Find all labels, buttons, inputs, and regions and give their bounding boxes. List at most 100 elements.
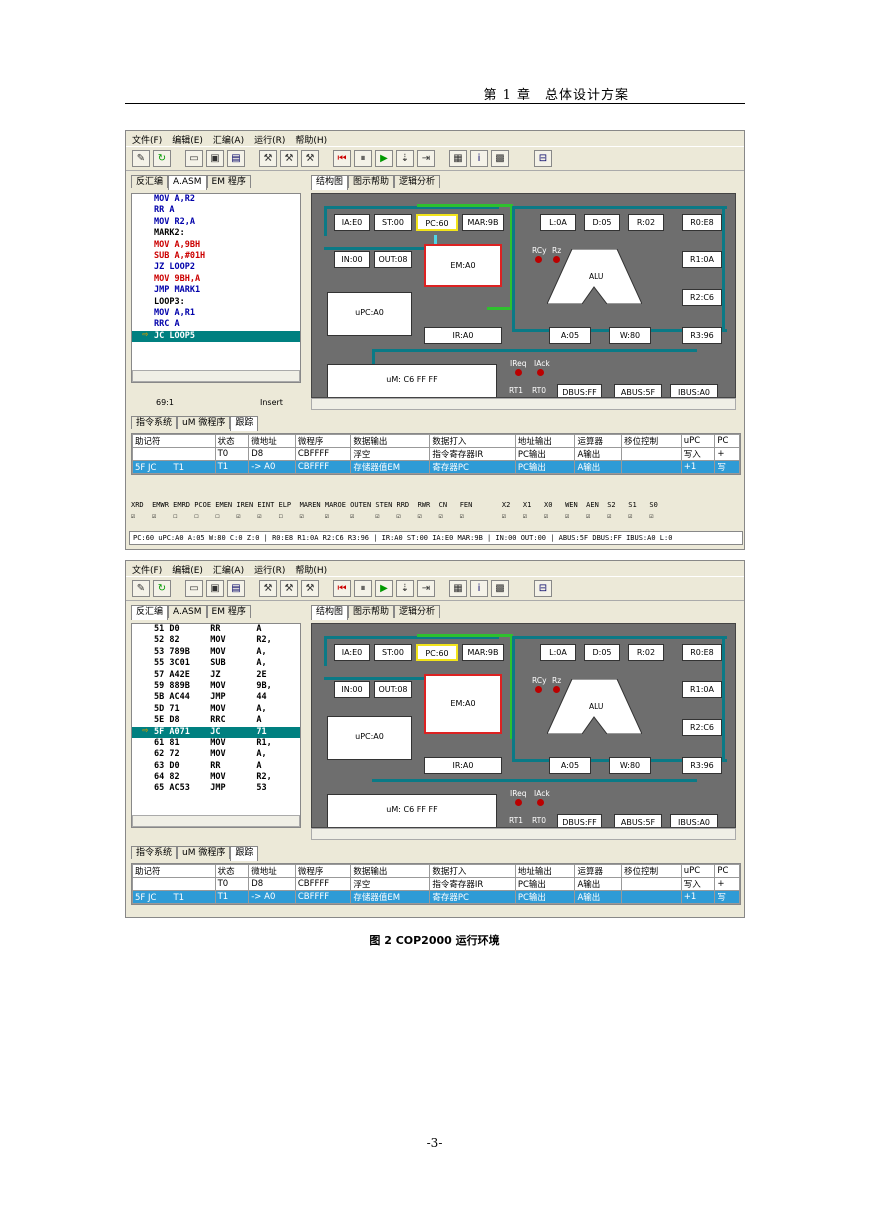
menu-help[interactable]: 帮助(H) bbox=[295, 563, 327, 576]
window-icon[interactable]: ⊟ bbox=[534, 150, 552, 167]
cell: 浮空 bbox=[350, 877, 431, 891]
trace-grid[interactable]: 助记符 状态 微地址 微程序 数据输出 数据打入 地址输出 运算器 移位控制 uPC PC T0 D8… bbox=[131, 863, 741, 905]
rcy-label: RCy bbox=[532, 676, 547, 685]
menu-assemble[interactable]: 汇编(A) bbox=[213, 563, 244, 576]
tab-diagram[interactable]: 结构图 bbox=[311, 175, 349, 190]
tab-asm[interactable]: A.ASM bbox=[168, 605, 207, 618]
pause-icon[interactable]: ⏸ bbox=[354, 150, 372, 167]
table-row-selected[interactable]: 5F JC T1 T1 -> A0 CBFFFF 存储器值EM 寄存器PC PC输出 A输出 +… bbox=[132, 890, 740, 904]
diagram-hscroll[interactable] bbox=[311, 828, 736, 840]
table-row[interactable]: T0 D8 CBFFFF 浮空 指令寄存器IR PC输出 A输出 写入 + bbox=[132, 447, 740, 461]
tool-icon-3[interactable]: ⚒ bbox=[301, 580, 319, 597]
monitor-icon[interactable]: ▦ bbox=[449, 580, 467, 597]
col-header: PC bbox=[714, 434, 740, 448]
table-row-selected[interactable]: 5F JC T1 T1 -> A0 CBFFFF 存储器值EM 寄存器PC PC输出 A输出 +… bbox=[132, 460, 740, 474]
step-icon[interactable]: ⇣ bbox=[396, 580, 414, 597]
rcy-label: RCy bbox=[532, 246, 547, 255]
tab-trace[interactable]: 跟踪 bbox=[230, 846, 259, 861]
menu-file[interactable]: 文件(F) bbox=[132, 133, 162, 146]
refresh-icon[interactable]: ↻ bbox=[153, 580, 171, 597]
iack-led bbox=[537, 369, 544, 376]
save-icon[interactable]: ▤ bbox=[227, 580, 245, 597]
refresh-icon[interactable]: ↻ bbox=[153, 150, 171, 167]
open-icon[interactable]: ▭ bbox=[185, 580, 203, 597]
run-icon[interactable]: ▶ bbox=[375, 150, 393, 167]
reg-l: L:0A bbox=[540, 644, 576, 661]
reg-abus: ABUS:5F bbox=[614, 814, 662, 827]
reg-mar: MAR:9B bbox=[462, 214, 504, 231]
copy-icon[interactable]: ▣ bbox=[206, 150, 224, 167]
menu-run[interactable]: 运行(R) bbox=[254, 133, 285, 146]
window-icon[interactable]: ⊟ bbox=[534, 580, 552, 597]
cell: CBFFFF bbox=[294, 447, 352, 461]
menu-file[interactable]: 文件(F) bbox=[132, 563, 162, 576]
tab-em[interactable]: EM 程序 bbox=[206, 605, 251, 618]
tab-instr[interactable]: 指令系统 bbox=[131, 846, 178, 859]
code-line: 5B AC44 JMP 44 bbox=[154, 692, 267, 703]
info-icon[interactable]: ⅰ bbox=[470, 150, 488, 167]
reg-w: W:80 bbox=[609, 327, 651, 344]
tool-icon-3[interactable]: ⚒ bbox=[301, 150, 319, 167]
menu-edit[interactable]: 编辑(E) bbox=[172, 563, 203, 576]
tab-asm[interactable]: A.ASM bbox=[168, 175, 207, 190]
menu-assemble[interactable]: 汇编(A) bbox=[213, 133, 244, 146]
signal-checkboxes[interactable]: ☑ ☑ ☐ ☐ ☐ ☑ ☑ ☐ ☑ ☑ ☑ ☑ ☑ ☑ ☑ ☑ ☑ ☑ ☑ ☑ … bbox=[131, 512, 741, 520]
tool-icon-1[interactable]: ⚒ bbox=[259, 150, 277, 167]
step-over-icon[interactable]: ⇥ bbox=[417, 150, 435, 167]
tool-icon-2[interactable]: ⚒ bbox=[280, 150, 298, 167]
diagram-hscroll[interactable] bbox=[311, 398, 736, 410]
status-mode: Insert bbox=[260, 398, 283, 407]
grid-header: 助记符 状态 微地址 微程序 数据输出 数据打入 地址输出 运算器 移位控制 uPC PC bbox=[132, 864, 740, 878]
cell: 浮空 bbox=[350, 447, 431, 461]
code-hscroll[interactable] bbox=[132, 815, 300, 827]
pause-icon[interactable]: ⏸ bbox=[354, 580, 372, 597]
tab-instr[interactable]: 指令系统 bbox=[131, 416, 178, 429]
trace-grid[interactable]: 助记符 状态 微地址 微程序 数据输出 数据打入 地址输出 运算器 移位控制 uPC PC T0 D8… bbox=[131, 433, 741, 475]
new-icon[interactable]: ✎ bbox=[132, 580, 150, 597]
chart-icon[interactable]: ▩ bbox=[491, 150, 509, 167]
tab-diagram[interactable]: 结构图 bbox=[311, 605, 349, 620]
active-wire bbox=[487, 307, 513, 310]
reg-dbus: DBUS:FF bbox=[557, 384, 602, 397]
reset-icon[interactable]: ⏮ bbox=[333, 150, 351, 167]
menu-edit[interactable]: 编辑(E) bbox=[172, 133, 203, 146]
open-icon[interactable]: ▭ bbox=[185, 150, 203, 167]
code-line: MOV 9BH,A bbox=[154, 273, 201, 284]
copy-icon[interactable]: ▣ bbox=[206, 580, 224, 597]
chart-icon[interactable]: ▩ bbox=[491, 580, 509, 597]
new-icon[interactable]: ✎ bbox=[132, 150, 150, 167]
reg-d: D:05 bbox=[584, 214, 620, 231]
tab-diagram-help[interactable]: 图示帮助 bbox=[348, 605, 395, 618]
tab-logic-analysis[interactable]: 逻辑分析 bbox=[394, 175, 441, 188]
save-icon[interactable]: ▤ bbox=[227, 150, 245, 167]
menu-help[interactable]: 帮助(H) bbox=[295, 133, 327, 146]
tab-microprogram[interactable]: uM 微程序 bbox=[177, 416, 231, 429]
reg-upc: uPC:A0 bbox=[327, 716, 412, 760]
reg-l: L:0A bbox=[540, 214, 576, 231]
table-row[interactable]: T0 D8 CBFFFF 浮空 指令寄存器IR PC输出 A输出 写入 + bbox=[132, 877, 740, 891]
info-icon[interactable]: ⅰ bbox=[470, 580, 488, 597]
step-over-icon[interactable]: ⇥ bbox=[417, 580, 435, 597]
cell bbox=[132, 447, 216, 461]
monitor-icon[interactable]: ▦ bbox=[449, 150, 467, 167]
col-header: uPC bbox=[680, 864, 716, 878]
reg-ibus: IBUS:A0 bbox=[670, 814, 718, 827]
tab-logic-analysis[interactable]: 逻辑分析 bbox=[394, 605, 441, 618]
tab-em[interactable]: EM 程序 bbox=[206, 175, 251, 188]
step-icon[interactable]: ⇣ bbox=[396, 150, 414, 167]
code-hscroll[interactable] bbox=[132, 370, 300, 382]
active-wire bbox=[417, 204, 512, 207]
asm-code-view[interactable]: MOV A,R2 RR A MOV R2,A MARK2: MOV A,9BH … bbox=[131, 193, 301, 383]
tool-icon-2[interactable]: ⚒ bbox=[280, 580, 298, 597]
tab-disasm[interactable]: 反汇编 bbox=[131, 175, 169, 188]
tab-trace[interactable]: 跟踪 bbox=[230, 416, 259, 431]
tab-microprogram[interactable]: uM 微程序 bbox=[177, 846, 231, 859]
reset-icon[interactable]: ⏮ bbox=[333, 580, 351, 597]
menu-run[interactable]: 运行(R) bbox=[254, 563, 285, 576]
code-line: 59 889B MOV 9B, bbox=[154, 680, 272, 691]
run-icon[interactable]: ▶ bbox=[375, 580, 393, 597]
tool-icon-1[interactable]: ⚒ bbox=[259, 580, 277, 597]
disasm-code-view[interactable]: 51 D0 RR A 52 82 MOV R2, 53 789B MOV A, … bbox=[131, 623, 301, 828]
tab-disasm[interactable]: 反汇编 bbox=[131, 605, 169, 620]
tab-diagram-help[interactable]: 图示帮助 bbox=[348, 175, 395, 188]
